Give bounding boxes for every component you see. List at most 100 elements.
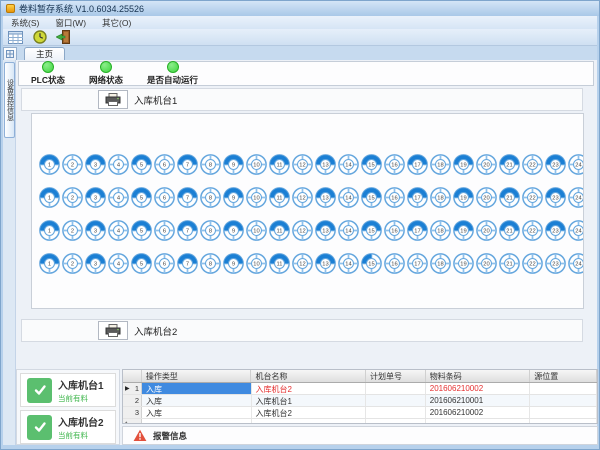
slot-circle: 18 <box>429 252 452 276</box>
table-cell[interactable]: 入库机台1 <box>252 395 366 406</box>
plc-status-label: PLC状态 <box>31 74 65 86</box>
svg-text:15: 15 <box>368 262 374 268</box>
table-cell[interactable]: 201606210001 <box>426 395 531 406</box>
svg-text:14: 14 <box>345 229 352 235</box>
panel-grid-icon[interactable] <box>3 47 17 60</box>
table-cell[interactable] <box>530 395 597 406</box>
slot-circle: 14 <box>337 153 360 177</box>
app-icon <box>6 4 15 13</box>
svg-text:11: 11 <box>277 196 283 202</box>
svg-text:22: 22 <box>529 262 535 268</box>
exit-door-icon[interactable] <box>54 30 73 45</box>
column-header[interactable]: 操作类型 <box>142 370 252 382</box>
slot-circle: 11 <box>268 219 291 243</box>
table-cell[interactable] <box>530 419 597 424</box>
alarm-label: 报警信息 <box>153 430 187 442</box>
printer-button-1[interactable] <box>98 90 128 109</box>
table-cell[interactable] <box>530 383 597 394</box>
slot-circle: 12 <box>291 186 314 210</box>
slot-circle: 9 <box>222 153 245 177</box>
card1-status: 当前有料 <box>58 393 104 404</box>
table-cell[interactable]: 201606210002 <box>426 407 531 418</box>
table-row[interactable]: 3入库入库机台2 201606210002 <box>123 407 597 419</box>
table-row[interactable]: ▶1入库入库机台2201606210002 <box>123 383 597 395</box>
slot-row: 1 2 3 4 5 6 <box>38 186 583 210</box>
table-cell[interactable]: 入库机台2 <box>252 407 366 418</box>
card2-title: 入库机台2 <box>58 414 104 429</box>
svg-text:13: 13 <box>322 262 328 268</box>
table-cell[interactable] <box>366 407 426 418</box>
table-cell[interactable]: 入库 <box>142 407 252 418</box>
autorun-status-label: 是否自动运行 <box>147 74 198 86</box>
row-indicator: 3 <box>123 407 142 418</box>
printer-button-2[interactable] <box>98 321 128 340</box>
table-cell[interactable]: 入库 <box>142 383 252 394</box>
table-row[interactable]: 2入库入库机台1 201606210001 <box>123 395 597 407</box>
slot-circle: 8 <box>199 153 222 177</box>
svg-text:21: 21 <box>506 196 512 202</box>
svg-text:5: 5 <box>140 229 143 235</box>
table-cell[interactable] <box>426 419 531 424</box>
menu-window[interactable]: 窗口(W) <box>55 17 86 29</box>
svg-text:2: 2 <box>71 163 74 169</box>
status-plc: PLC状态 <box>31 61 65 86</box>
table-cell[interactable]: 201606210002 <box>426 383 531 394</box>
column-header[interactable]: 机台名称 <box>251 370 366 382</box>
check-icon <box>27 378 52 403</box>
status-panel: PLC状态 网络状态 是否自动运行 <box>18 61 594 86</box>
machine-card-1: 入库机台1 当前有料 <box>20 373 116 407</box>
svg-text:11: 11 <box>277 229 283 235</box>
svg-text:7: 7 <box>186 196 189 202</box>
slot-circle: 3 <box>84 153 107 177</box>
slot-circle: 4 <box>107 252 130 276</box>
slot-circle: 22 <box>521 186 544 210</box>
column-header[interactable]: 计划单号 <box>366 370 426 382</box>
side-panel-tab[interactable]: 设备监控信息 <box>4 62 15 138</box>
slot-circle: 5 <box>130 153 153 177</box>
svg-text:6: 6 <box>163 262 166 268</box>
network-status-label: 网络状态 <box>89 74 123 86</box>
slot-circle: 12 <box>291 153 314 177</box>
clock-icon[interactable] <box>30 30 49 45</box>
main-body: 设备监控信息 PLC状态 网络状态 是否自动运行 <box>3 60 597 445</box>
machine-card-2: 入库机台2 当前有料 <box>20 410 116 444</box>
slot-circle: 4 <box>107 186 130 210</box>
app-window: 卷料暂存系统 V1.0.6034.25526 系统(S) 窗口(W) 其它(O) <box>0 0 600 450</box>
table-header: 操作类型机台名称计划单号物料条码源位置 <box>123 370 597 383</box>
svg-text:2: 2 <box>71 262 74 268</box>
table-cell[interactable] <box>366 395 426 406</box>
slot-circle: 17 <box>406 186 429 210</box>
table-cell[interactable]: 入库 <box>142 395 252 406</box>
table-cell[interactable] <box>252 419 366 424</box>
side-strip: 设备监控信息 <box>3 60 16 445</box>
slot-circle: 2 <box>61 186 84 210</box>
svg-text:14: 14 <box>345 196 352 202</box>
table-cell[interactable] <box>366 419 426 424</box>
svg-text:3: 3 <box>94 262 97 268</box>
menu-other[interactable]: 其它(O) <box>102 17 131 29</box>
slot-grid: 1 2 3 4 5 6 <box>31 113 584 309</box>
slot-circle: 18 <box>429 153 452 177</box>
table-cell[interactable] <box>142 419 252 424</box>
svg-text:8: 8 <box>209 163 212 169</box>
table-cell[interactable]: 入库机台2 <box>252 383 366 394</box>
slot-circle: 10 <box>245 219 268 243</box>
tab-home[interactable]: 主页 <box>24 47 65 60</box>
row-indicator: 2 <box>123 395 142 406</box>
toolbar <box>3 29 597 46</box>
column-header[interactable]: 源位置 <box>530 370 597 382</box>
table-cell[interactable] <box>530 407 597 418</box>
svg-text:11: 11 <box>277 163 283 169</box>
column-header[interactable]: 物料条码 <box>426 370 531 382</box>
slot-circle: 11 <box>268 252 291 276</box>
svg-text:21: 21 <box>506 229 512 235</box>
slot-row: 1 2 3 4 5 6 <box>38 219 583 243</box>
calendar-icon[interactable] <box>6 30 25 45</box>
slot-circle: 23 <box>544 219 567 243</box>
slot-circle: 5 <box>130 219 153 243</box>
table-new-row[interactable]: * <box>123 419 597 424</box>
menu-system[interactable]: 系统(S) <box>11 17 39 29</box>
table-cell[interactable] <box>366 383 426 394</box>
svg-text:12: 12 <box>299 163 305 169</box>
slot-circle: 7 <box>176 219 199 243</box>
